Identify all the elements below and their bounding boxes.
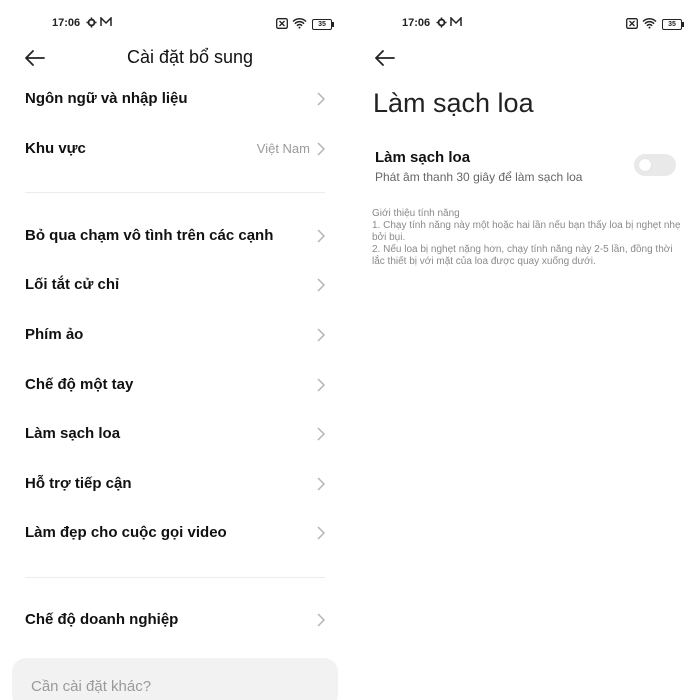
menu-item-ignore-edge-touches[interactable]: Bỏ qua chạm vô tình trên các cạnh (0, 216, 350, 256)
chevron-right-icon (316, 526, 326, 540)
menu-item-label: Khu vực (25, 140, 86, 157)
gear-icon (436, 17, 447, 31)
menu-item-accessibility[interactable]: Hỗ trợ tiếp cận (0, 464, 350, 504)
switch-knob (639, 159, 651, 171)
chevron-right-icon (316, 378, 326, 392)
status-time: 17:06 (402, 17, 431, 29)
no-sim-icon (276, 18, 288, 32)
settings-additional-screen: 17:06 35 Cài đặt bổ sung Ngôn ngữ và nhậ… (0, 0, 350, 700)
chevron-right-icon (316, 477, 326, 491)
search-placeholder: Cần cài đặt khác? (31, 678, 152, 695)
menu-item-label: Phím ảo (25, 326, 84, 343)
chevron-right-icon (316, 427, 326, 441)
wifi-icon (292, 17, 307, 32)
intro-heading: Giới thiệu tính năng (372, 208, 460, 219)
clean-speaker-toggle-row[interactable]: Làm sạch loa Phát âm thanh 30 giây để là… (350, 142, 700, 188)
chevron-right-icon (316, 142, 326, 156)
chevron-right-icon (316, 613, 326, 627)
back-arrow-icon[interactable] (24, 48, 46, 68)
region-value: Việt Nam (256, 141, 310, 156)
chevron-right-icon (316, 229, 326, 243)
menu-item-label: Hỗ trợ tiếp cận (25, 475, 132, 492)
menu-item-enterprise-mode[interactable]: Chế độ doanh nghiệp (0, 600, 350, 640)
mail-m-icon (100, 16, 112, 30)
gear-icon (86, 17, 97, 31)
section-divider (25, 192, 325, 193)
more-settings-search[interactable]: Cần cài đặt khác? (12, 658, 338, 700)
clean-speaker-screen: 17:06 35 Làm sạch loa Làm sạch loa Phát … (350, 0, 700, 700)
menu-item-label: Chế độ doanh nghiệp (25, 611, 179, 628)
chevron-right-icon (316, 278, 326, 292)
menu-item-virtual-keys[interactable]: Phím ảo (0, 315, 350, 355)
status-bar: 17:06 35 (0, 16, 350, 32)
toggle-label: Làm sạch loa (375, 149, 471, 166)
menu-item-label: Làm sạch loa (25, 425, 121, 442)
no-sim-icon (626, 18, 638, 32)
menu-item-one-handed-mode[interactable]: Chế độ một tay (0, 365, 350, 405)
wifi-icon (642, 17, 657, 32)
chevron-right-icon (316, 328, 326, 342)
chevron-right-icon (316, 92, 326, 106)
menu-item-label: Làm đẹp cho cuộc gọi video (25, 524, 227, 541)
toggle-description: Phát âm thanh 30 giây để làm sạch loa (375, 170, 583, 184)
back-arrow-icon[interactable] (374, 48, 396, 68)
status-time: 17:06 (52, 17, 81, 29)
menu-item-label: Bỏ qua chạm vô tình trên các cạnh (25, 227, 274, 244)
page-title: Làm sạch loa (373, 88, 534, 118)
section-divider (25, 577, 325, 578)
feature-intro: Giới thiệu tính năng 1. Chạy tính năng n… (372, 208, 682, 268)
status-bar: 17:06 35 (350, 16, 700, 32)
menu-item-clean-speaker[interactable]: Làm sạch loa (0, 414, 350, 454)
intro-step-1: 1. Chạy tính năng này một hoặc hai lần n… (372, 220, 681, 243)
battery-indicator: 35 (312, 19, 334, 30)
menu-item-language-input[interactable]: Ngôn ngữ và nhập liệu (0, 79, 350, 119)
menu-item-label: Chế độ một tay (25, 376, 134, 393)
intro-step-2: 2. Nếu loa bị nghẹt nặng hơn, chạy tính … (372, 244, 673, 267)
page-title: Cài đặt bổ sung (126, 47, 254, 67)
menu-item-gesture-shortcuts[interactable]: Lối tắt cử chỉ (0, 265, 350, 305)
menu-item-label: Ngôn ngữ và nhập liệu (25, 90, 188, 107)
menu-item-label: Lối tắt cử chỉ (25, 276, 120, 293)
menu-item-video-call-beauty[interactable]: Làm đẹp cho cuộc gọi video (0, 513, 350, 553)
menu-item-region[interactable]: Khu vực Việt Nam (0, 129, 350, 169)
battery-indicator: 35 (662, 19, 684, 30)
clean-speaker-switch[interactable] (634, 154, 676, 176)
mail-m-icon (450, 16, 462, 30)
